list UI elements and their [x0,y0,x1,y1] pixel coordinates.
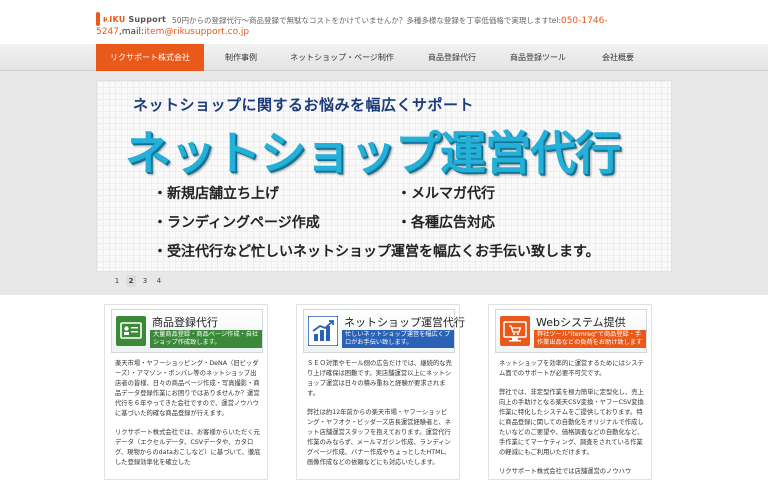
nav-item-shop-page[interactable]: ネットショップ・ページ制作 [282,44,402,71]
contact-line: 5247,mail:item@rikusupport.co.jp [96,27,250,37]
card-description: 大量商品登録・商品ページ作成・自社ショップ作成致します。 [150,330,262,348]
card-body: 楽天市場・ヤフーショッピング・DeNA（旧ビッダーズ）・アマゾン・ポンパレ等のネ… [115,360,261,466]
nav-item-registration-tool[interactable]: 商品登録ツール [500,44,576,71]
logo-mark-icon [96,12,108,26]
site-header: RIKU Support 50円からの登録代行〜商品登録で無駄なコストをかけてい… [0,0,768,44]
bar-chart-icon [307,315,339,347]
hero-title: ネットショップ運営代行 [125,126,621,180]
card-title: Webシステム提供 [536,316,626,329]
main-nav: リクサポート株式会社 制作事例 ネットショップ・ページ制作 商品登録代行 商品登… [0,44,768,71]
slider-pager: 1 2 3 4 [112,275,164,287]
card-description: 弊社ツール"itemreg"で商品登録・手作業出品などの負荷をお助け致します [534,330,646,348]
header-tagline: 50円からの登録代行〜商品登録で無駄なコストをかけていませんか？多種多様な登録を… [172,16,608,26]
pager-item-2[interactable]: 2 [126,275,136,287]
hero-subtitle: ネットショップに関するお悩みを幅広くサポート [133,96,475,114]
nav-item-about[interactable]: 会社概要 [588,44,648,71]
site-logo[interactable]: RIKU Support [96,11,166,27]
cart-icon [500,316,530,346]
pager-item-1[interactable]: 1 [112,275,122,287]
phone-number-part2: 5247 [96,27,119,37]
hero-bullet: ・受注代行など忙しいネットショップ運営を幅広くお手伝い致します。 [153,244,600,260]
hero-slide[interactable]: ネットショップに関するお悩みを幅広くサポート ネットショップ運営代行 ・新規店舗… [96,80,672,272]
nav-item-product-registration[interactable]: 商品登録代行 [414,44,490,71]
pager-item-4[interactable]: 4 [154,275,164,287]
card-body: ＳＥＯ対策やモール側の広告だけでは、継続的な売り上げ確保は困難です。実店舗運営以… [307,360,452,466]
feature-card-shop-operation: ネットショップ運営代行 忙しいネットショップ運営を幅広くプロがお手伝い致します。… [296,304,465,480]
product-registration-icon [116,316,146,346]
feature-card-product-registration: 商品登録代行 大量商品登録・商品ページ作成・自社ショップ作成致します。 楽天市場… [104,304,268,480]
card-header[interactable]: ネットショップ運営代行 忙しいネットショップ運営を幅広くプロがお手伝い致します。 [303,309,465,353]
nav-item-works[interactable]: 制作事例 [210,44,272,71]
card-title: ネットショップ運営代行 [344,316,465,329]
email-link[interactable]: item@rikusupport.co.jp [144,27,249,37]
card-body: ネットショップを効率的に運営するためにはシステム面でのサポートが必要不可欠です。… [499,360,644,475]
hero-bullet: ・新規店舗立ち上げ [153,186,279,202]
card-header[interactable]: Webシステム提供 弊社ツール"itemreg"で商品登録・手作業出品などの負荷… [495,309,647,353]
hero-bullet: ・各種広告対応 [397,215,495,231]
hero-bullet: ・メルマガ代行 [397,186,495,202]
feature-card-web-system: Webシステム提供 弊社ツール"itemreg"で商品登録・手作業出品などの負荷… [488,304,652,480]
phone-number-part1: 050-1746- [560,16,608,26]
nav-item-company[interactable]: リクサポート株式会社 [96,44,204,71]
hero-bullet: ・ランディングページ作成 [153,215,320,231]
card-title: 商品登録代行 [152,316,218,329]
card-header[interactable]: 商品登録代行 大量商品登録・商品ページ作成・自社ショップ作成致します。 [111,309,263,353]
pager-item-3[interactable]: 3 [140,275,150,287]
card-description: 忙しいネットショップ運営を幅広くプロがお手伝い致します。 [342,330,454,348]
